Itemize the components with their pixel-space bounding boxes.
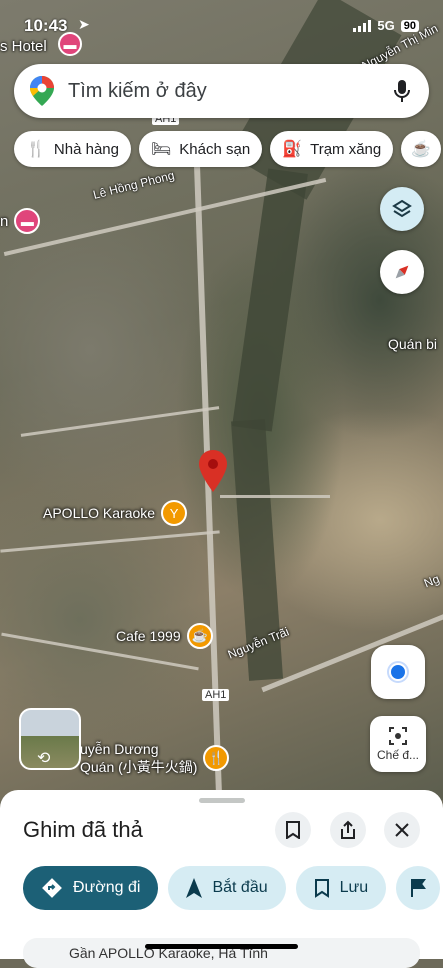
place-sheet[interactable]: Ghim đã thả Đường đi Bắt đầu Lưu Gần APO…: [0, 790, 443, 968]
signal-icon: [353, 19, 372, 32]
start-button[interactable]: Bắt đầu: [168, 866, 286, 910]
network-type: 5G: [377, 18, 395, 33]
directions-icon: [42, 878, 62, 898]
battery-indicator: 90: [400, 19, 419, 32]
street-view-mode-button[interactable]: Chế đ...: [370, 716, 426, 772]
address-row[interactable]: Gần APOLLO Karaoke, Hà Tĩnh: [23, 938, 420, 968]
map-label-quan-bi: Quán bi: [388, 336, 438, 352]
bookmark-icon: [314, 879, 329, 898]
poi-apollo-label: APOLLO Karaoke: [43, 505, 156, 521]
restaurant-icon: 🍴: [203, 745, 230, 771]
directions-label: Đường đi: [73, 879, 141, 896]
map-view[interactable]: s Hotel ▬ Nguyễn Thị Min AH1 Lê Hồng Pho…: [0, 0, 443, 800]
status-bar: 10:43 ➤ 5G 90: [0, 0, 443, 48]
street-view-mode-label: Chế đ...: [376, 748, 420, 762]
layers-button[interactable]: [380, 187, 424, 231]
action-buttons: Đường đi Bắt đầu Lưu: [23, 866, 441, 910]
restaurant-icon: 🍴: [26, 141, 46, 158]
chip-more[interactable]: ☕: [401, 131, 442, 167]
hotel-poi-left[interactable]: n ▬: [0, 208, 41, 234]
chip-label: Nhà hàng: [53, 140, 119, 158]
sheet-drag-handle[interactable]: [199, 798, 245, 803]
close-button[interactable]: [384, 812, 420, 848]
bookmark-button[interactable]: [275, 812, 311, 848]
bookmark-icon: [286, 821, 300, 839]
map-label-ah1-bottom: AH1: [202, 689, 230, 701]
sheet-title: Ghim đã thả: [23, 817, 143, 842]
search-bar[interactable]: Tìm kiếm ở đây: [14, 64, 429, 118]
cafe-icon: ☕: [186, 623, 213, 649]
poi-cafe-label: Cafe 1999: [116, 628, 181, 644]
poi-restaurant-label: uyễn Dương Quán (小黃牛火鍋): [80, 741, 198, 775]
home-indicator[interactable]: [145, 944, 298, 949]
my-location-button[interactable]: [371, 645, 425, 699]
maps-logo-icon: [30, 76, 54, 106]
chip-restaurants[interactable]: 🍴 Nhà hàng: [14, 131, 131, 167]
chip-hotels[interactable]: 🛏 Khách sạn: [138, 131, 263, 167]
gas-station-icon: ⛽: [282, 141, 303, 158]
status-time: 10:43: [24, 16, 68, 35]
save-label: Lưu: [339, 879, 369, 896]
share-button[interactable]: [330, 812, 366, 848]
mic-icon[interactable]: [393, 79, 411, 103]
flag-icon: [411, 879, 427, 897]
chip-label: Khách sạn: [179, 140, 251, 158]
category-chips: 🍴 Nhà hàng 🛏 Khách sạn ⛽ Trạm xăng ☕: [14, 131, 442, 167]
compass-button[interactable]: [380, 250, 424, 294]
compass-icon: [395, 265, 409, 279]
map-label-ng: Ng: [421, 571, 442, 591]
hotel-icon: ▬: [14, 208, 41, 234]
label-button[interactable]: [396, 866, 441, 910]
close-icon: [395, 823, 409, 837]
hotel-icon: 🛏: [150, 141, 172, 158]
poi-apollo-karaoke[interactable]: APOLLO Karaoke Y: [43, 500, 188, 526]
bar-icon: Y: [161, 500, 188, 526]
chip-gas-stations[interactable]: ⛽ Trạm xăng: [270, 131, 394, 167]
location-dot-icon: [389, 663, 407, 681]
chip-label: Trạm xăng: [310, 140, 382, 158]
poi-restaurant[interactable]: uyễn Dương Quán (小黃牛火鍋) 🍴: [80, 740, 230, 776]
location-arrow-icon: ➤: [78, 16, 90, 32]
save-button[interactable]: Lưu: [295, 866, 387, 910]
search-placeholder[interactable]: Tìm kiếm ở đây: [68, 80, 393, 103]
start-label: Bắt đầu: [212, 879, 268, 896]
poi-cafe-1999[interactable]: Cafe 1999 ☕: [116, 623, 213, 649]
street-view-thumbnail[interactable]: ⟲: [19, 708, 81, 770]
camera-scan-icon: [389, 727, 407, 745]
navigation-arrow-icon: [186, 878, 203, 898]
rotate-360-icon: ⟲: [37, 750, 51, 767]
layers-icon: [392, 199, 412, 218]
coffee-icon: ☕: [411, 141, 432, 158]
share-icon: [341, 820, 355, 839]
directions-button[interactable]: Đường đi: [23, 866, 159, 910]
dropped-pin[interactable]: [199, 450, 227, 492]
map-label-le-hong-phong: Lê Hồng Phong: [91, 168, 176, 202]
